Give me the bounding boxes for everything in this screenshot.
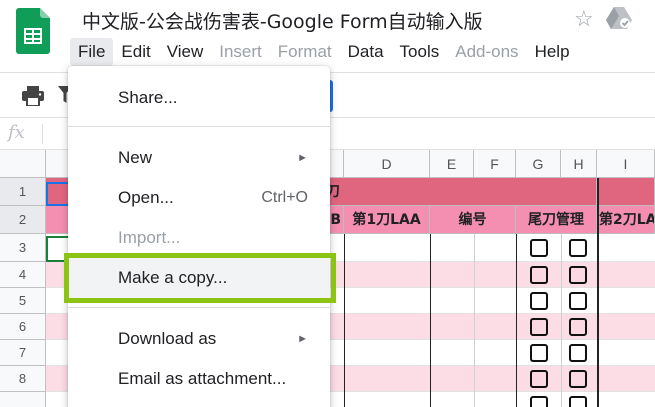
formula-divider [42,124,43,144]
submenu-arrow-icon: ► [297,333,308,345]
checkbox[interactable] [569,370,587,388]
row-header-3[interactable]: 3 [0,234,46,262]
checkbox[interactable] [569,318,587,336]
fx-icon: fx [8,122,25,143]
column-header-f[interactable]: F [474,150,516,178]
column-header-g[interactable]: G [516,150,561,178]
menu-item-label: Download as [118,329,217,348]
grid-line [561,234,562,407]
menu-data[interactable]: Data [340,38,392,66]
row-header-4[interactable]: 4 [0,262,46,288]
cell-row2-ef[interactable]: 编号 [430,206,516,234]
grid-border [597,178,599,407]
submenu-arrow-icon: ► [297,152,308,164]
drive-status-icon[interactable] [606,6,632,30]
checkbox[interactable] [530,370,548,388]
selected-range-outline [46,182,70,206]
checkbox[interactable] [530,344,548,362]
menu-view[interactable]: View [159,38,212,66]
print-icon[interactable] [22,86,44,107]
checkbox[interactable] [569,292,587,310]
row-header[interactable] [0,392,46,407]
checkbox[interactable] [530,318,548,336]
file-menu-dropdown: Share... New ► Open... Ctrl+O Import... Ma… [68,66,330,407]
menu-item-label: Share... [118,88,178,107]
menu-tools[interactable]: Tools [392,38,448,66]
menu-item-open[interactable]: Open... Ctrl+O [68,178,330,218]
row-header-6[interactable]: 6 [0,314,46,340]
checkbox[interactable] [530,239,548,257]
menu-help[interactable]: Help [527,38,578,66]
column-header-i[interactable]: I [597,150,655,178]
checkbox[interactable] [530,292,548,310]
row-header-8[interactable]: 8 [0,366,46,392]
grid-line [474,234,475,407]
checkbox[interactable] [530,396,548,407]
menu-item-download-as[interactable]: Download as ► [68,319,330,359]
shortcut-label: Ctrl+O [261,189,308,206]
menu-edit[interactable]: Edit [113,38,158,66]
menu-item-email-as-attachment[interactable]: Email as attachment... [68,359,330,399]
menu-separator [68,126,330,127]
menu-separator [68,307,330,308]
grid-border [344,234,345,407]
highlight-box [64,253,336,303]
grid-border [516,234,517,407]
column-header-h[interactable]: H [561,150,597,178]
checkbox[interactable] [569,344,587,362]
column-header-d[interactable]: D [344,150,430,178]
checkbox[interactable] [569,396,587,407]
menu-item-label: Email as attachment... [118,369,287,388]
menu-item-import[interactable]: Import... [68,218,330,258]
cell-row1-i[interactable] [597,178,655,206]
checkbox[interactable] [569,239,587,257]
row-header-2[interactable]: 2 [0,206,46,234]
menu-item-label: Import... [118,228,181,247]
checkbox[interactable] [530,266,548,284]
menu-file[interactable]: File [70,38,114,66]
checkbox[interactable] [569,266,587,284]
menu-bar: File Edit View Insert Format Data Tools … [70,38,578,66]
menu-item-share[interactable]: Share... [68,78,330,118]
row-header-1[interactable]: 1 [0,178,46,206]
menu-item-new[interactable]: New ► [68,138,330,178]
menu-insert[interactable]: Insert [211,38,270,66]
menu-format[interactable]: Format [270,38,340,66]
cell-row2-d[interactable]: 第1刀LAA [344,206,430,234]
document-title[interactable]: 中文版-公会战伤害表-Google Form自动输入版 [82,7,483,34]
menu-item-label: New [118,148,153,167]
menu-item-label: Open... [118,188,174,207]
sheets-logo-icon[interactable] [16,8,52,54]
select-all-corner[interactable] [0,150,46,178]
row-header-5[interactable]: 5 [0,288,46,314]
cell-row2-gh[interactable]: 尾刀管理 [516,206,597,234]
row-header-7[interactable]: 7 [0,340,46,366]
column-header-e[interactable]: E [430,150,474,178]
cell-row2-i[interactable]: 第2刀LA [597,206,655,234]
menu-addons[interactable]: Add-ons [447,38,526,66]
star-icon[interactable]: ☆ [574,6,594,32]
grid-border [430,234,431,407]
